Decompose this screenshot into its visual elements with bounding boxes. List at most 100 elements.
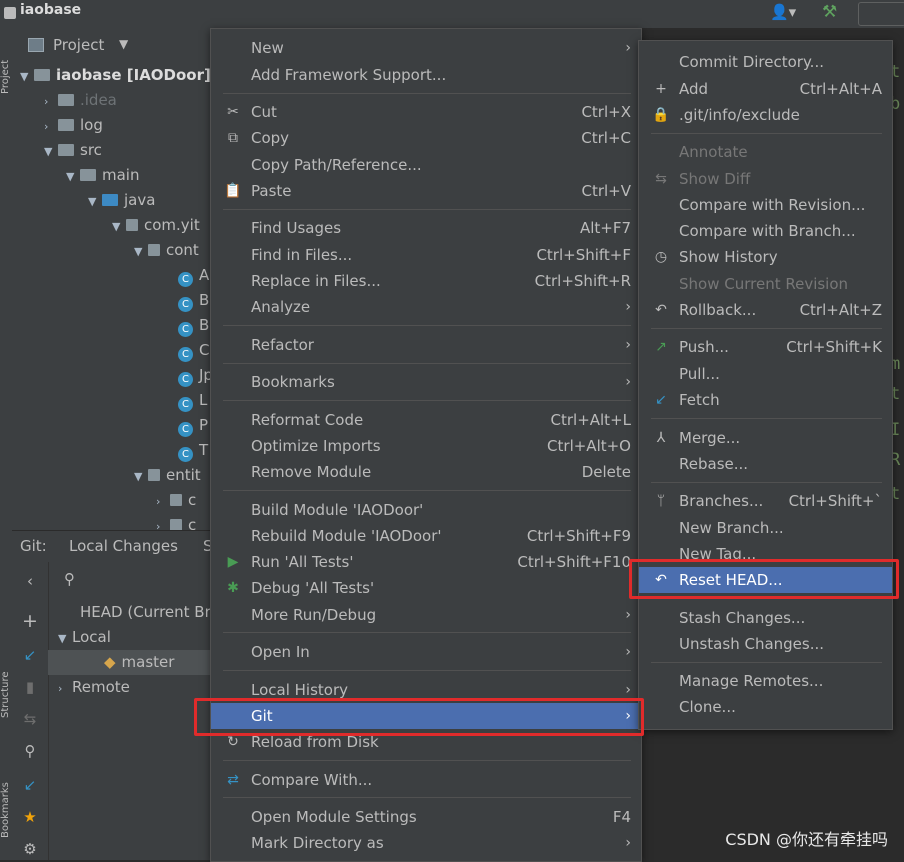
git-item-new-branch[interactable]: New Branch... bbox=[639, 515, 892, 541]
source-folder-icon bbox=[102, 194, 118, 206]
menu-item-find-usages[interactable]: Find Usages Alt+F7 bbox=[211, 215, 641, 241]
git-item-fetch[interactable]: ↙ Fetch bbox=[639, 387, 892, 413]
package-icon bbox=[170, 494, 182, 506]
app-logo-icon bbox=[4, 7, 16, 19]
tree-item-class[interactable]: CB bbox=[178, 288, 209, 313]
branch-master[interactable]: ◆ master bbox=[104, 650, 174, 675]
build-hammer-icon[interactable]: ⚒ bbox=[822, 2, 837, 22]
branch-group-remote[interactable]: › Remote bbox=[58, 675, 130, 700]
git-item-merge[interactable]: ⅄ Merge... bbox=[639, 425, 892, 451]
tree-item-package[interactable]: › c bbox=[156, 513, 196, 530]
tree-item-class[interactable]: CT bbox=[178, 438, 208, 463]
tab-local-changes[interactable]: Local Changes bbox=[69, 537, 178, 555]
menu-item-run-all-tests[interactable]: ▶ Run 'All Tests' Ctrl+Shift+F10 bbox=[211, 549, 641, 575]
menu-item-debug-all-tests[interactable]: ✱ Debug 'All Tests' bbox=[211, 575, 641, 601]
tree-item-class[interactable]: CB bbox=[178, 313, 209, 338]
new-branch-plus-icon[interactable]: + bbox=[19, 610, 41, 632]
menu-item-new[interactable]: New › bbox=[211, 35, 641, 61]
tree-item-log[interactable]: › log bbox=[44, 113, 103, 138]
menu-item-reformat-code[interactable]: Reformat Code Ctrl+Alt+L bbox=[211, 407, 641, 433]
diff-arrows-icon: ⇆ bbox=[655, 171, 667, 187]
class-icon: C bbox=[178, 347, 193, 362]
project-tree: ▼ iaobase [IAODoor] › .idea › log ▼ src ▼ mai… bbox=[12, 62, 212, 530]
menu-item-refactor[interactable]: Refactor › bbox=[211, 332, 641, 358]
tree-item-main[interactable]: ▼ main bbox=[66, 163, 139, 188]
tree-item-class[interactable]: CL bbox=[178, 388, 207, 413]
menu-item-analyze[interactable]: Analyze › bbox=[211, 294, 641, 320]
branch-search-icon[interactable]: ⚲ bbox=[64, 570, 75, 588]
tree-item-module[interactable]: ▼ iaobase [IAODoor] bbox=[20, 63, 211, 88]
compare-arrows-icon[interactable]: ⇆ bbox=[19, 708, 41, 730]
menu-item-mark-directory[interactable]: Mark Directory as › bbox=[211, 830, 641, 856]
branch-label: master bbox=[121, 653, 175, 671]
plus-icon: + bbox=[655, 81, 667, 97]
menu-item-add-framework[interactable]: Add Framework Support... bbox=[211, 62, 641, 88]
tree-item-label: .idea bbox=[80, 91, 117, 109]
stripe-structure-tab[interactable]: Structure bbox=[0, 648, 12, 718]
git-item-gitignore[interactable]: 🔒 .git/info/exclude bbox=[639, 102, 892, 128]
git-item-manage-remotes[interactable]: Manage Remotes... bbox=[639, 668, 892, 694]
menu-item-optimize-imports[interactable]: Optimize Imports Ctrl+Alt+O bbox=[211, 433, 641, 459]
tree-item-package[interactable]: ▼ cont bbox=[134, 238, 199, 263]
menu-item-compare-with[interactable]: ⇄ Compare With... bbox=[211, 767, 641, 793]
search-icon[interactable]: ⚲ bbox=[19, 740, 41, 762]
git-item-compare-branch[interactable]: Compare with Branch... bbox=[639, 218, 892, 244]
git-item-branches[interactable]: ᛘ Branches... Ctrl+Shift+` bbox=[639, 488, 892, 514]
tree-item-class[interactable]: CC bbox=[178, 338, 209, 363]
git-item-stash-changes[interactable]: Stash Changes... bbox=[639, 605, 892, 631]
git-item-clone[interactable]: Clone... bbox=[639, 694, 892, 720]
class-icon: C bbox=[178, 297, 193, 312]
tree-item-package[interactable]: › c bbox=[156, 488, 196, 513]
branch-group-local[interactable]: ▼ Local bbox=[58, 625, 111, 650]
git-item-compare-revision[interactable]: Compare with Revision... bbox=[639, 192, 892, 218]
git-item-show-history[interactable]: ◷ Show History bbox=[639, 244, 892, 270]
tree-item-src[interactable]: ▼ src bbox=[44, 138, 102, 163]
tree-item-class[interactable]: CA bbox=[178, 263, 209, 288]
run-config-selector[interactable] bbox=[858, 2, 904, 26]
delete-trash-icon[interactable]: ▮ bbox=[19, 676, 41, 698]
git-item-pull[interactable]: Pull... bbox=[639, 361, 892, 387]
menu-item-more-run-debug[interactable]: More Run/Debug › bbox=[211, 602, 641, 628]
tree-item-label: T bbox=[199, 441, 209, 459]
tree-item-class[interactable]: CP bbox=[178, 413, 208, 438]
menu-separator bbox=[223, 760, 631, 761]
update-arrow-icon[interactable]: ↙ bbox=[19, 644, 41, 666]
menu-item-cut[interactable]: ✂ Cut Ctrl+X bbox=[211, 99, 641, 125]
tree-item-package[interactable]: ▼ com.yit bbox=[112, 213, 200, 238]
branch-head[interactable]: HEAD (Current Bra bbox=[80, 600, 220, 625]
folder-icon bbox=[58, 144, 74, 156]
favorite-star-icon[interactable]: ★ bbox=[19, 806, 41, 828]
project-view-icon bbox=[28, 38, 44, 52]
tree-item-package[interactable]: ▼ entit bbox=[134, 463, 201, 488]
menu-item-rebuild-module[interactable]: Rebuild Module 'IAODoor' Ctrl+Shift+F9 bbox=[211, 523, 641, 549]
menu-item-bookmarks[interactable]: Bookmarks › bbox=[211, 369, 641, 395]
menu-item-replace-in-files[interactable]: Replace in Files... Ctrl+Shift+R bbox=[211, 268, 641, 294]
chevron-down-icon[interactable]: ▼ bbox=[119, 37, 128, 51]
menu-item-find-in-files[interactable]: Find in Files... Ctrl+Shift+F bbox=[211, 242, 641, 268]
menu-item-open-module-settings[interactable]: Open Module Settings F4 bbox=[211, 804, 641, 830]
git-item-rebase[interactable]: Rebase... bbox=[639, 451, 892, 477]
stripe-bookmarks-tab[interactable]: Bookmarks bbox=[0, 758, 12, 838]
menu-item-remove-module[interactable]: Remove Module Delete bbox=[211, 459, 641, 485]
branch-icon: ᛘ bbox=[656, 493, 666, 509]
menu-item-build-module[interactable]: Build Module 'IAODoor' bbox=[211, 497, 641, 523]
git-item-commit-directory[interactable]: Commit Directory... bbox=[639, 49, 892, 75]
menu-item-copy-path[interactable]: Copy Path/Reference... bbox=[211, 152, 641, 178]
git-item-push[interactable]: ↗ Push... Ctrl+Shift+K bbox=[639, 334, 892, 360]
git-item-add[interactable]: + Add Ctrl+Alt+A bbox=[639, 76, 892, 102]
user-icon[interactable]: 👤▾ bbox=[770, 3, 796, 21]
menu-item-copy[interactable]: ⧉ Copy Ctrl+C bbox=[211, 125, 641, 151]
stripe-project-tab[interactable]: Project bbox=[0, 34, 12, 94]
settings-gear-icon[interactable]: ⚙ bbox=[19, 838, 41, 860]
fetch-arrow-icon[interactable]: ↙ bbox=[19, 774, 41, 796]
tree-item-class[interactable]: C Jp bbox=[178, 363, 212, 388]
tree-item-idea[interactable]: › .idea bbox=[44, 88, 117, 113]
git-item-unstash-changes[interactable]: Unstash Changes... bbox=[639, 631, 892, 657]
menu-item-paste[interactable]: 📋 Paste Ctrl+V bbox=[211, 178, 641, 204]
tree-item-java[interactable]: ▼ java bbox=[88, 188, 155, 213]
menu-item-open-in[interactable]: Open In › bbox=[211, 639, 641, 665]
git-item-rollback[interactable]: ↶ Rollback... Ctrl+Alt+Z bbox=[639, 297, 892, 323]
collapse-arrow-icon[interactable]: ‹ bbox=[19, 570, 41, 592]
undo-icon: ↶ bbox=[655, 302, 667, 318]
project-view-selector[interactable]: Project bbox=[53, 36, 104, 54]
